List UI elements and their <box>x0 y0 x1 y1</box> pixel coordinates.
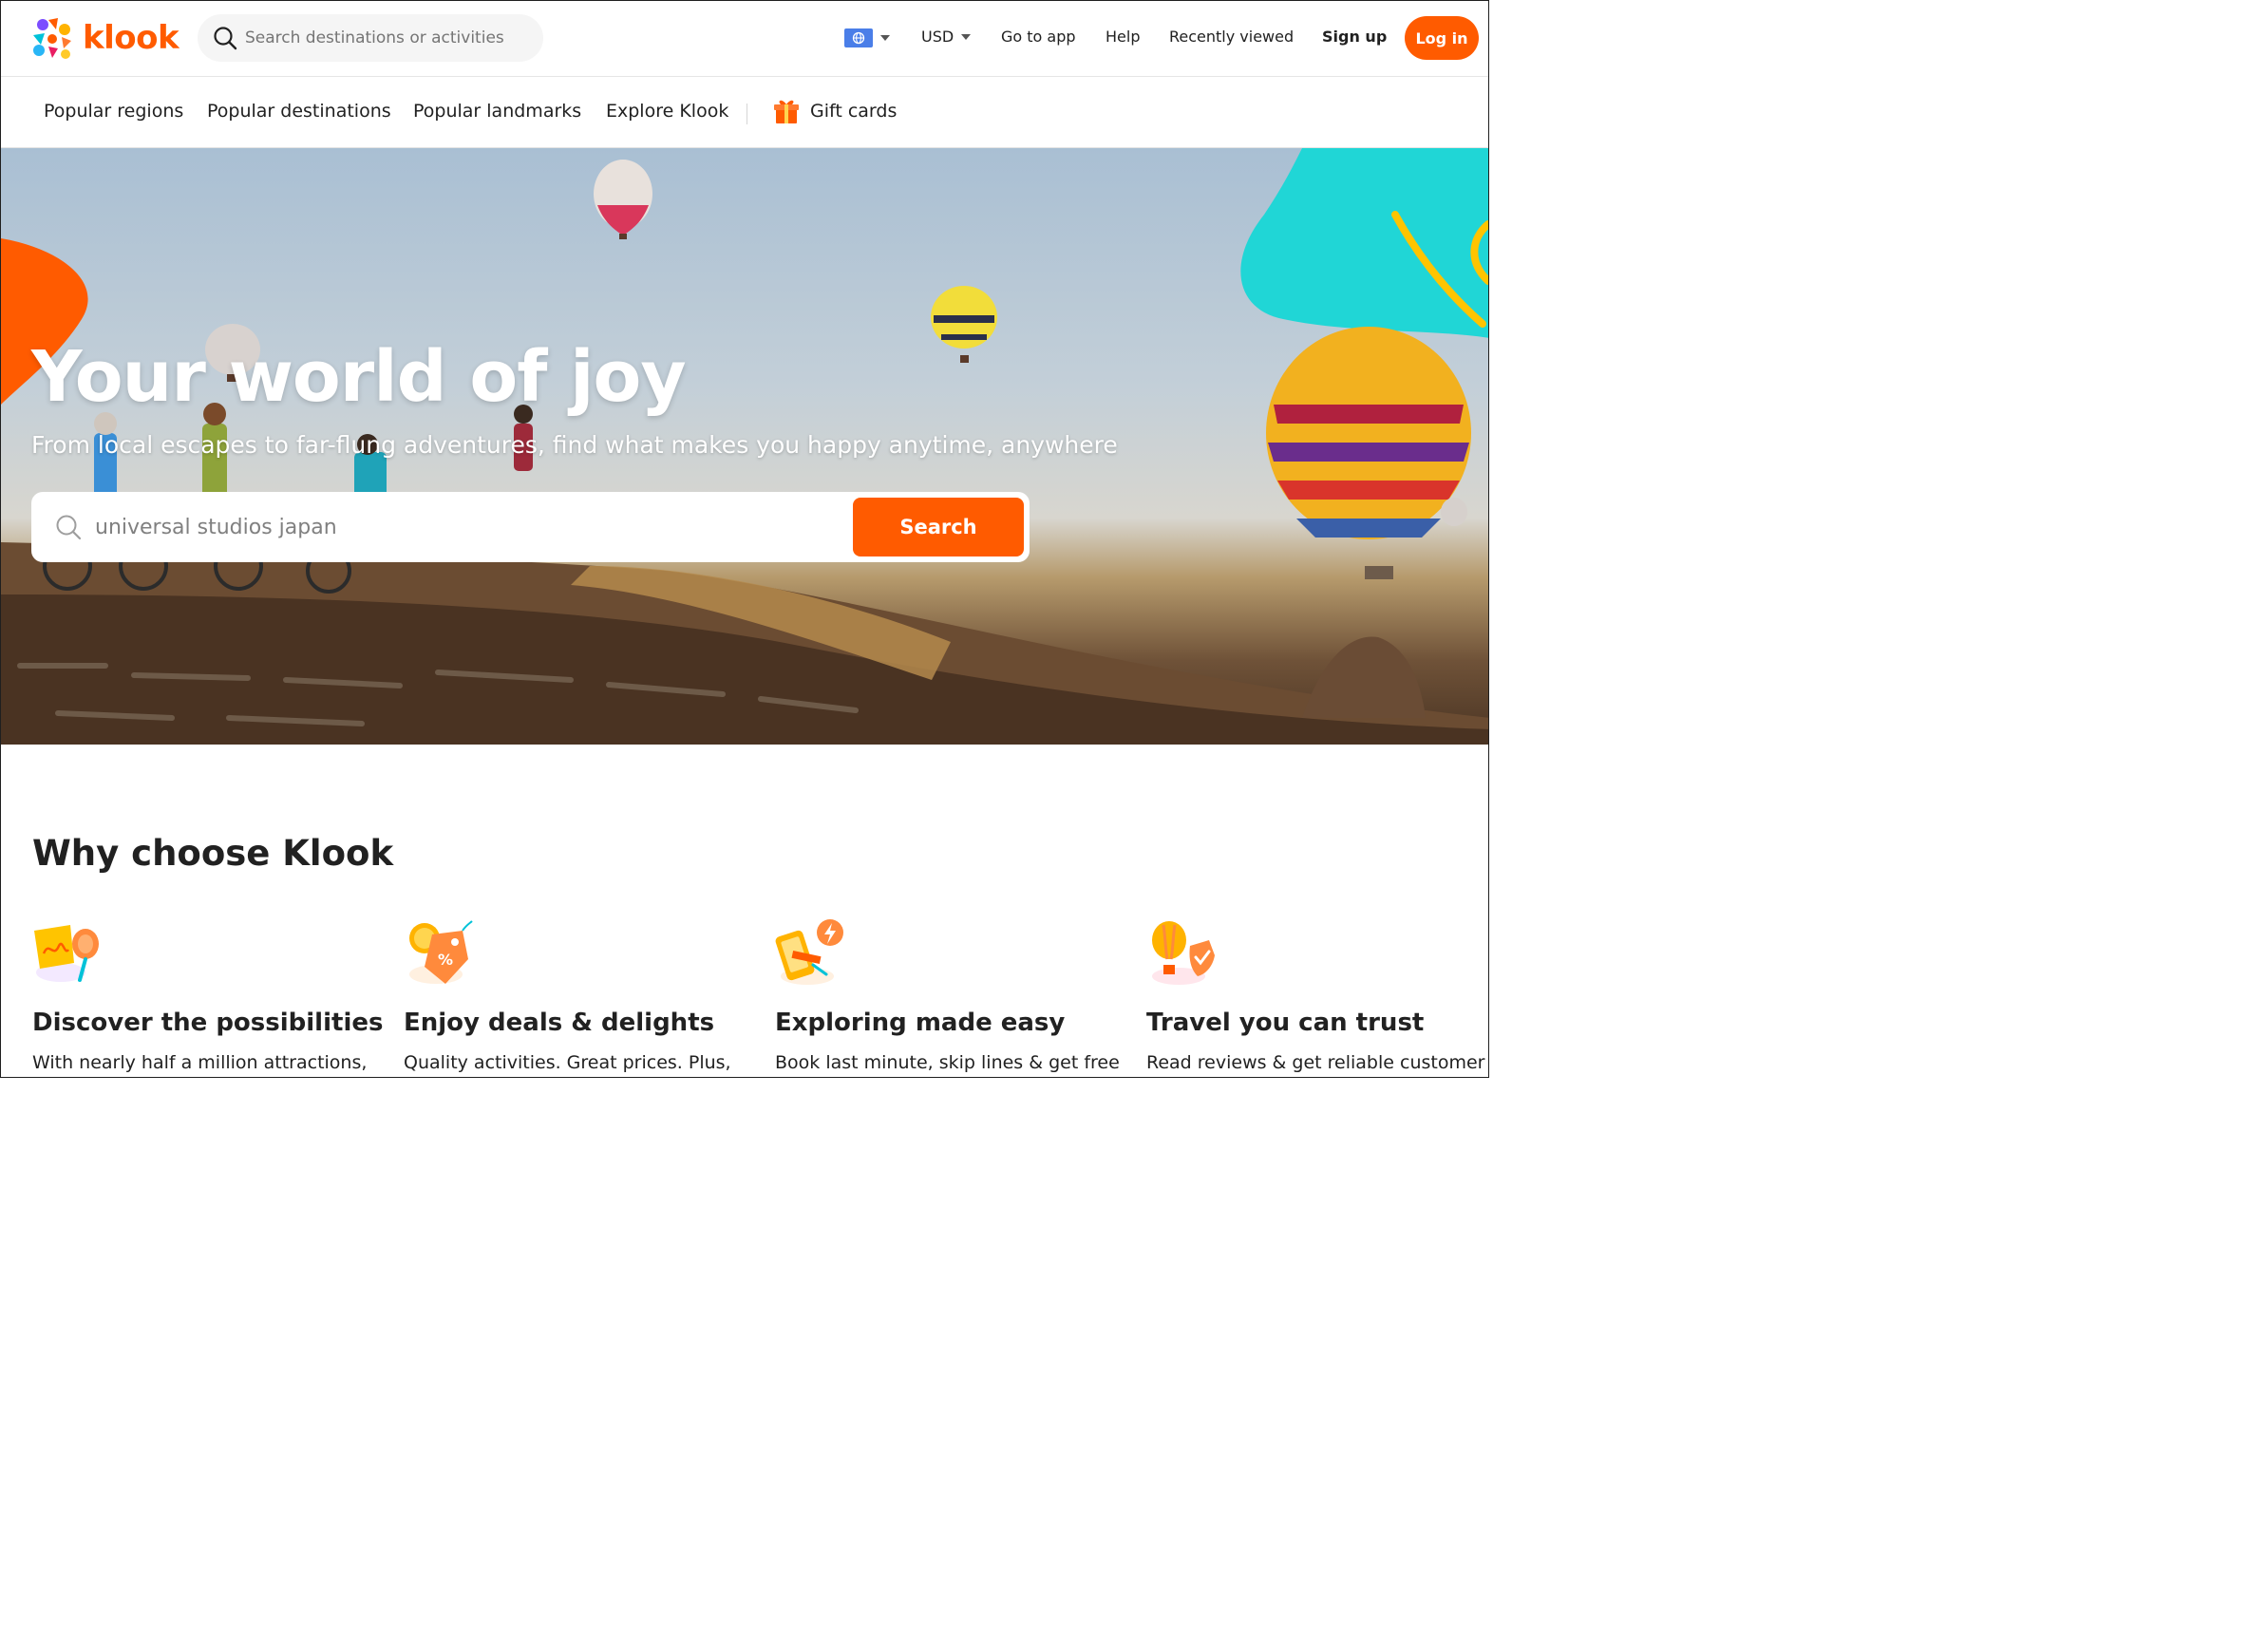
top-search-input[interactable] <box>245 28 530 47</box>
nav-gift-cards[interactable]: Gift cards <box>774 98 897 124</box>
feature-text: Read reviews & get reliable customer <box>1146 1052 1485 1073</box>
map-pin-icon <box>34 925 99 982</box>
hero-banner: Your world of joy From local escapes to … <box>1 148 1488 745</box>
login-button[interactable]: Log in <box>1405 16 1479 60</box>
page: klook USD Go to app Help <box>0 0 1489 1078</box>
feature-title: Enjoy deals & delights <box>404 1009 715 1037</box>
feature-card-easy: Exploring made easy Book last minute, sk… <box>775 917 1120 1073</box>
currency-label: USD <box>921 28 954 46</box>
mobile-booking-icon <box>775 919 843 985</box>
feature-card-discover: Discover the possibilities With nearly h… <box>32 917 383 1073</box>
why-choose-heading: Why choose Klook <box>32 833 394 874</box>
help-link[interactable]: Help <box>1106 28 1140 46</box>
klook-logo[interactable]: klook <box>29 16 180 60</box>
feature-title: Discover the possibilities <box>32 1009 384 1037</box>
language-selector[interactable] <box>844 28 890 47</box>
brand-name: klook <box>83 19 180 57</box>
chevron-down-icon <box>961 33 972 40</box>
balloon-yellow <box>931 286 997 363</box>
gift-cards-label: Gift cards <box>810 101 898 122</box>
go-to-app-link[interactable]: Go to app <box>1001 28 1076 46</box>
feature-card-trust: Travel you can trust Read reviews & get … <box>1146 917 1488 1073</box>
gift-icon <box>774 100 799 123</box>
globe-icon <box>844 28 873 47</box>
chevron-down-icon <box>880 35 890 41</box>
hero-title: Your world of joy <box>31 336 687 418</box>
nav-popular-regions[interactable]: Popular regions <box>44 101 183 122</box>
cyan-blob-decoration <box>1240 148 1488 338</box>
feature-text: Book last minute, skip lines & get free <box>775 1052 1120 1073</box>
feature-title: Travel you can trust <box>1146 1009 1425 1037</box>
hero-search-bar[interactable]: Search <box>31 492 1030 562</box>
feature-card-deals: % Enjoy deals & delights Quality activit… <box>404 917 746 1073</box>
nav-popular-destinations[interactable]: Popular destinations <box>207 101 391 122</box>
search-icon <box>214 27 237 50</box>
discount-tag-icon: % <box>409 920 473 984</box>
hero-subtitle: From local escapes to far-flung adventur… <box>31 431 1118 459</box>
nav-popular-landmarks[interactable]: Popular landmarks <box>413 101 581 122</box>
currency-selector[interactable]: USD <box>921 28 972 46</box>
hero-search-input[interactable] <box>95 515 817 539</box>
balloon-shield-icon <box>1152 921 1215 985</box>
category-nav: Popular regions Popular destinations Pop… <box>1 77 1488 148</box>
hero-search-button[interactable]: Search <box>853 498 1024 556</box>
klook-logo-icon <box>33 18 71 59</box>
top-header: klook USD Go to app Help <box>1 1 1488 77</box>
svg-text:%: % <box>438 951 453 969</box>
nav-explore-klook[interactable]: Explore Klook <box>606 101 728 122</box>
balloon-small-top <box>594 160 652 239</box>
feature-text: With nearly half a million attractions, <box>32 1052 368 1073</box>
feature-title: Exploring made easy <box>775 1009 1066 1037</box>
balloon-striped-large <box>1266 327 1471 579</box>
feature-text: Quality activities. Great prices. Plus, <box>404 1052 731 1073</box>
recently-viewed-link[interactable]: Recently viewed <box>1169 28 1294 46</box>
sign-up-link[interactable]: Sign up <box>1322 28 1387 46</box>
top-search-bar[interactable] <box>198 14 543 62</box>
search-icon <box>56 515 82 540</box>
